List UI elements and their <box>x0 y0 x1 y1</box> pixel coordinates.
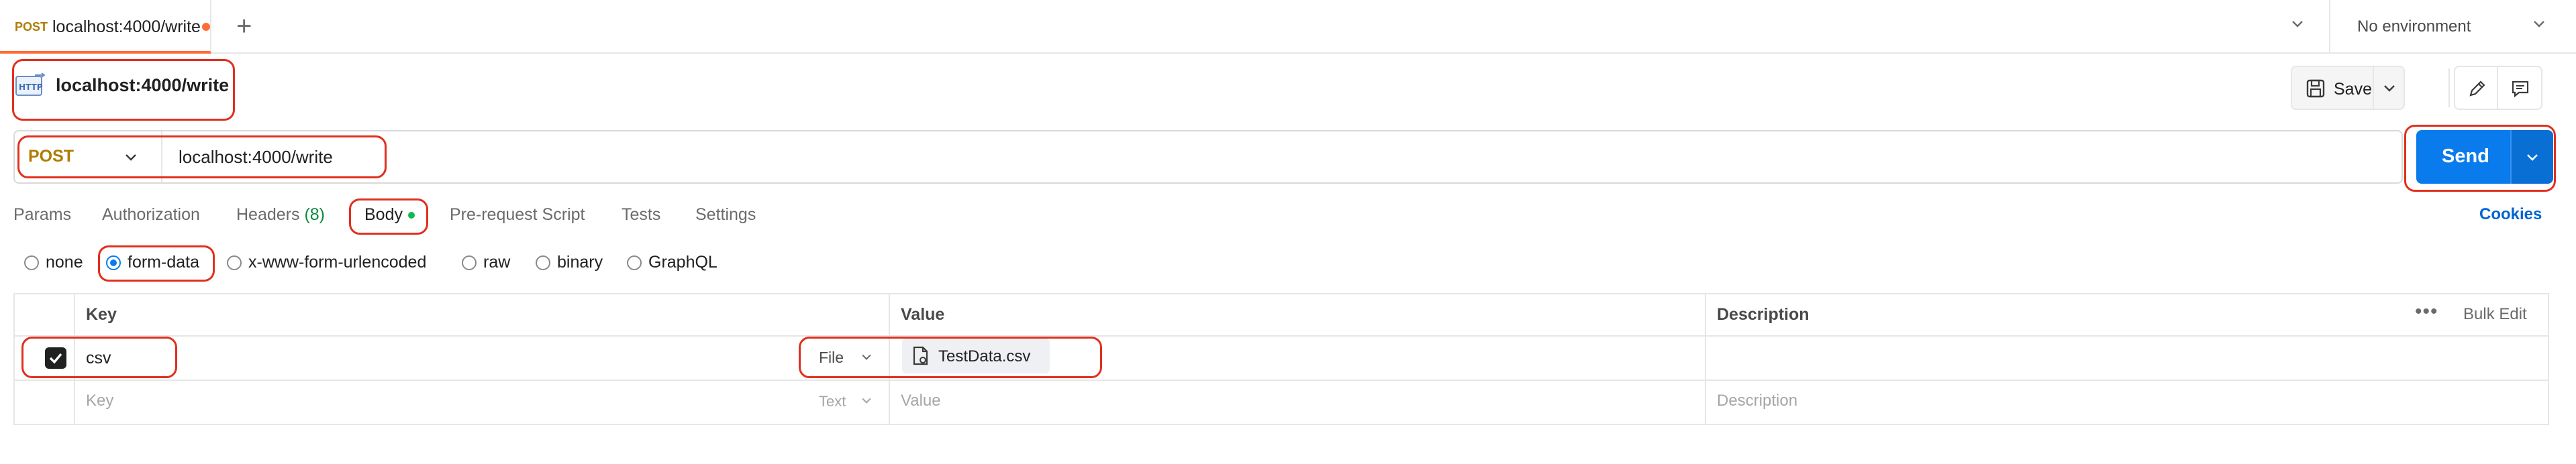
column-header-key: Key <box>86 305 117 324</box>
headers-count-badge: (8) <box>304 205 326 224</box>
description-placeholder[interactable]: Description <box>1717 392 1797 410</box>
radio-raw[interactable] <box>462 255 477 270</box>
cookies-link[interactable]: Cookies <box>2479 205 2542 224</box>
svg-text:HTTP: HTTP <box>19 82 43 92</box>
radio-form-data[interactable] <box>106 255 121 270</box>
method-chevron-icon[interactable] <box>122 148 140 169</box>
unsaved-dot-icon <box>202 23 210 31</box>
radio-urlencoded-label[interactable]: x-www-form-urlencoded <box>248 253 426 272</box>
form-data-table <box>13 293 2549 425</box>
comments-button[interactable] <box>2498 66 2542 110</box>
file-icon <box>911 346 930 369</box>
divider <box>1705 293 1706 425</box>
tab-tests[interactable]: Tests <box>622 205 660 225</box>
tab-authorization[interactable]: Authorization <box>102 205 200 225</box>
key-placeholder[interactable]: Key <box>86 392 113 410</box>
tab-body[interactable]: Body <box>364 205 403 225</box>
tab-settings[interactable]: Settings <box>695 205 756 225</box>
save-options-button[interactable] <box>2373 66 2405 110</box>
tab-headers[interactable]: Headers (8) <box>236 205 325 225</box>
divider <box>2329 0 2330 54</box>
environment-selector[interactable]: No environment <box>2357 17 2471 36</box>
save-button[interactable]: Save <box>2291 66 2374 110</box>
edit-button[interactable] <box>2454 66 2498 110</box>
divider <box>2448 68 2450 107</box>
bulk-edit-link[interactable]: Bulk Edit <box>2463 305 2527 324</box>
chevron-down-icon <box>2381 79 2398 100</box>
chevron-down-icon <box>2524 148 2541 169</box>
more-options-icon[interactable]: ••• <box>2415 300 2438 323</box>
file-chip[interactable]: TestData.csv <box>902 339 1050 373</box>
radio-none[interactable] <box>24 255 39 270</box>
radio-raw-label[interactable]: raw <box>483 253 510 272</box>
column-header-value: Value <box>901 305 945 324</box>
send-label: Send <box>2442 146 2489 167</box>
divider <box>13 380 2549 381</box>
type-chevron-icon[interactable] <box>859 349 874 367</box>
radio-graphql[interactable] <box>627 255 642 270</box>
type-select[interactable]: File <box>819 349 844 367</box>
comment-icon <box>2510 78 2530 102</box>
save-icon <box>2306 78 2326 102</box>
type-select-placeholder[interactable]: Text <box>819 393 846 410</box>
radio-binary[interactable] <box>536 255 550 270</box>
tab-url: localhost:4000/write <box>52 17 201 36</box>
column-header-description: Description <box>1717 305 1810 324</box>
type-chevron-icon[interactable] <box>859 393 874 411</box>
send-options-button[interactable] <box>2510 130 2553 184</box>
tab-pre-request-script[interactable]: Pre-request Script <box>450 205 585 225</box>
radio-form-data-label[interactable]: form-data <box>128 253 199 272</box>
http-icon: HTTP <box>15 72 46 99</box>
body-status-dot-icon <box>408 212 415 219</box>
tabs-dropdown-chevron-icon[interactable] <box>2289 15 2306 36</box>
tab-bar: POST localhost:4000/write + No environme… <box>0 0 2576 54</box>
save-label: Save <box>2334 80 2372 99</box>
tab-headers-label: Headers <box>236 205 300 224</box>
send-button[interactable]: Send <box>2416 130 2510 184</box>
file-name: TestData.csv <box>938 347 1031 365</box>
radio-urlencoded[interactable] <box>227 255 242 270</box>
method-select[interactable]: POST <box>28 147 74 166</box>
new-tab-plus-icon[interactable]: + <box>236 9 252 43</box>
environment-chevron-icon[interactable] <box>2530 15 2548 36</box>
url-input[interactable]: localhost:4000/write <box>179 147 333 168</box>
request-title[interactable]: localhost:4000/write <box>56 75 229 96</box>
radio-graphql-label[interactable]: GraphQL <box>648 253 717 272</box>
request-tab[interactable]: POST localhost:4000/write <box>0 0 211 54</box>
value-placeholder[interactable]: Value <box>901 392 941 410</box>
radio-binary-label[interactable]: binary <box>557 253 603 272</box>
radio-none-label[interactable]: none <box>46 253 83 272</box>
tab-method: POST <box>15 20 48 34</box>
row-enabled-checkbox[interactable] <box>45 347 66 369</box>
key-cell[interactable]: csv <box>86 349 111 368</box>
pencil-icon <box>2467 78 2487 102</box>
tab-params[interactable]: Params <box>13 205 71 225</box>
divider <box>13 335 2549 337</box>
